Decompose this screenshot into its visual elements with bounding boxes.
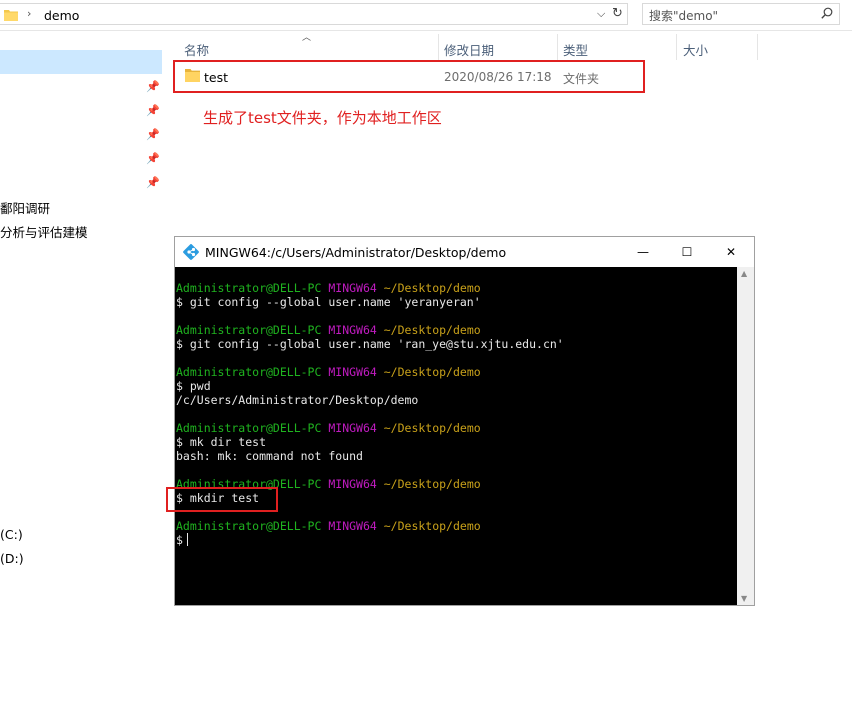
column-divider[interactable] [676, 34, 677, 60]
highlight-box [173, 60, 645, 93]
folder-icon [4, 9, 18, 24]
terminal-command: $ mk dir test [176, 435, 267, 449]
prompt-path: ~/Desktop/demo [383, 365, 481, 379]
prompt-host: MINGW64 [328, 365, 377, 379]
column-divider[interactable] [757, 34, 758, 60]
prompt-path: ~/Desktop/demo [383, 477, 481, 491]
terminal-scrollbar[interactable]: ▲ ▼ [737, 267, 754, 605]
prompt-user: Administrator@DELL-PC [176, 365, 322, 379]
prompt-user: Administrator@DELL-PC [176, 519, 322, 533]
address-box[interactable]: › demo ⌵ ↻ [0, 3, 628, 25]
chevron-down-icon[interactable]: ⌵ [597, 7, 605, 21]
pin-icon[interactable]: 📌 [146, 104, 160, 117]
minimize-button[interactable]: — [623, 240, 663, 264]
terminal-prompt: Administrator@DELL-PC MINGW64 ~/Desktop/… [176, 281, 481, 295]
terminal-output[interactable]: Administrator@DELL-PC MINGW64 ~/Desktop/… [175, 267, 737, 605]
scroll-down-icon[interactable]: ▼ [741, 594, 747, 603]
close-button[interactable]: ✕ [711, 240, 751, 264]
search-placeholder: 搜索"demo" [649, 9, 719, 23]
highlight-box [166, 487, 278, 512]
prompt-host: MINGW64 [328, 477, 377, 491]
terminal-command: $ pwd [176, 379, 211, 393]
prompt-user: Administrator@DELL-PC [176, 281, 322, 295]
terminal-window[interactable]: MINGW64:/c/Users/Administrator/Desktop/d… [174, 236, 755, 606]
pin-icon[interactable]: 📌 [146, 128, 160, 141]
terminal-prompt: Administrator@DELL-PC MINGW64 ~/Desktop/… [176, 519, 481, 533]
terminal-output-line: /c/Users/Administrator/Desktop/demo [176, 393, 419, 407]
navigation-pane: 📌 📌 📌 📌 📌 鄱阳调研 分析与评估建模 (C:) (D:) [0, 30, 162, 720]
refresh-icon[interactable]: ↻ [612, 6, 623, 21]
prompt-path: ~/Desktop/demo [383, 519, 481, 533]
pin-icon[interactable]: 📌 [146, 176, 160, 189]
column-header-name[interactable]: 名称 [184, 40, 209, 59]
prompt-path: ~/Desktop/demo [383, 281, 481, 295]
nav-item-poyang[interactable]: 鄱阳调研 [0, 198, 50, 217]
pin-icon[interactable]: 📌 [146, 80, 160, 93]
annotation-text: 生成了test文件夹，作为本地工作区 [203, 109, 442, 127]
address-bar: › demo ⌵ ↻ 搜索"demo" [0, 0, 852, 31]
nav-selected-item[interactable] [0, 50, 162, 74]
breadcrumb-current-folder[interactable]: demo [44, 8, 79, 23]
prompt-host: MINGW64 [328, 519, 377, 533]
column-header-type[interactable]: 类型 [563, 40, 588, 59]
pin-icon[interactable]: 📌 [146, 152, 160, 165]
text-cursor [186, 533, 188, 546]
terminal-title: MINGW64:/c/Users/Administrator/Desktop/d… [205, 245, 507, 260]
terminal-input-line[interactable]: $ [176, 533, 188, 547]
terminal-command: $ git config --global user.name 'ran_ye@… [176, 337, 564, 351]
terminal-prompt: Administrator@DELL-PC MINGW64 ~/Desktop/… [176, 323, 481, 337]
search-icon[interactable] [821, 7, 833, 22]
scroll-up-icon[interactable]: ▲ [741, 269, 747, 278]
maximize-button[interactable]: ☐ [667, 240, 707, 264]
prompt-user: Administrator@DELL-PC [176, 323, 322, 337]
terminal-output-line: bash: mk: command not found [176, 449, 363, 463]
terminal-prompt: Administrator@DELL-PC MINGW64 ~/Desktop/… [176, 421, 481, 435]
terminal-command: $ [176, 533, 183, 547]
terminal-titlebar[interactable]: MINGW64:/c/Users/Administrator/Desktop/d… [175, 237, 754, 267]
column-header-date[interactable]: 修改日期 [444, 40, 494, 59]
prompt-host: MINGW64 [328, 421, 377, 435]
column-divider[interactable] [438, 34, 439, 60]
search-input[interactable]: 搜索"demo" [642, 3, 840, 25]
prompt-path: ~/Desktop/demo [383, 421, 481, 435]
nav-item-drive-c[interactable]: (C:) [0, 527, 23, 542]
nav-item-drive-d[interactable]: (D:) [0, 551, 24, 566]
prompt-user: Administrator@DELL-PC [176, 421, 322, 435]
prompt-path: ~/Desktop/demo [383, 323, 481, 337]
breadcrumb-separator[interactable]: › [27, 7, 31, 20]
sort-ascending-icon: ︿ [302, 33, 312, 43]
column-divider[interactable] [557, 34, 558, 60]
nav-item-analysis[interactable]: 分析与评估建模 [0, 222, 88, 241]
terminal-prompt: Administrator@DELL-PC MINGW64 ~/Desktop/… [176, 365, 481, 379]
terminal-command: $ git config --global user.name 'yeranye… [176, 295, 481, 309]
column-header-size[interactable]: 大小 [683, 40, 708, 59]
prompt-host: MINGW64 [328, 323, 377, 337]
prompt-host: MINGW64 [328, 281, 377, 295]
git-icon [183, 244, 199, 263]
